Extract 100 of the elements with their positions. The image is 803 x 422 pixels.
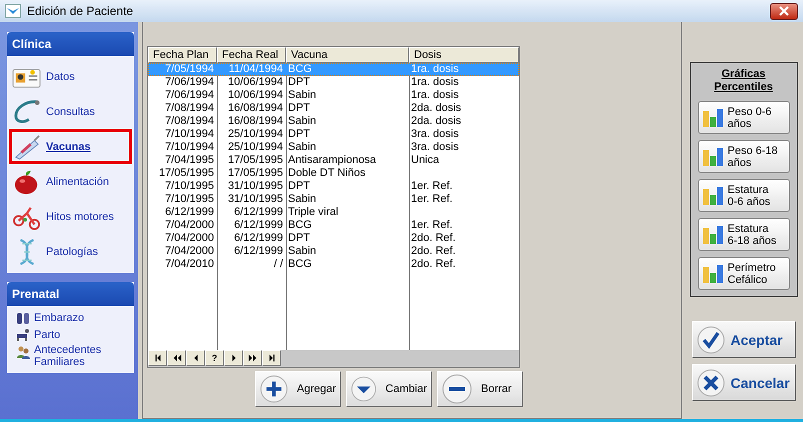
navigator-button[interactable] [262,350,281,366]
action-button[interactable]: Agregar [255,371,341,407]
table-row[interactable]: 7/08/1994 16/08/1994 DPT 2da. dosis [148,102,519,115]
table-cell-text: 1ra. dosis [410,89,460,102]
nav-item[interactable]: Patologías [9,234,132,269]
chart-button[interactable]: Peso 0-6 años [698,101,790,134]
table-row[interactable]: 7/10/1995 31/10/1995 DPT 1er. Ref. [148,180,519,193]
table-cell-text: 7/10/1994 [164,141,215,154]
nav-item[interactable]: Alimentación [9,164,132,199]
prior-page-icon [172,353,182,363]
bar-chart-icon [702,264,724,284]
table-row[interactable]: 7/06/1994 10/06/1994 DPT 1ra. dosis [148,76,519,89]
table-row[interactable]: 7/04/2000 6/12/1999 DPT 2do. Ref. [148,232,519,245]
table-cell-text: DPT [287,180,311,193]
bar-chart-icon [702,146,724,166]
chart-button[interactable]: Perímetro Cefálico [698,257,790,290]
chart-button[interactable]: Estatura 6-18 años [698,218,790,251]
table-row[interactable]: 7/10/1994 25/10/1994 Sabin 3ra. dosis [148,141,519,154]
dialog-button[interactable]: Aceptar [692,321,796,358]
nav-item[interactable]: Parto [9,326,132,343]
table-cell-text: Antisarampionosa [287,154,378,167]
table-cell-text: 6/12/1999 [233,206,284,219]
table-cell-text: Doble DT Niños [287,167,366,180]
table-cell-text: 1er. Ref. [410,219,454,232]
table-cell-text: 16/08/1994 [226,102,284,115]
check-icon [696,326,724,354]
nav-item[interactable]: Vacunas [9,129,132,164]
table-cell-text: 7/10/1995 [164,180,215,193]
chart-button[interactable]: Estatura 0-6 años [698,179,790,212]
column-header[interactable]: Dosis [409,47,519,63]
table-cell-text: 7/10/1995 [164,193,215,206]
table-cell-text: 7/04/1995 [164,154,215,167]
navigator-button[interactable] [243,350,262,366]
table-row[interactable]: 7/10/1994 25/10/1994 DPT 3ra. dosis [148,128,519,141]
table-row[interactable]: 7/08/1994 16/08/1994 Sabin 2da. dosis [148,115,519,128]
table-cell-text: Triple viral [287,206,340,219]
table-cell-text: 7/05/1994 [164,63,215,76]
chart-button[interactable]: Peso 6-18 años [698,140,790,173]
table-cell-text: 1er. Ref. [410,180,454,193]
table-cell-text: 10/06/1994 [226,76,284,89]
next-page-icon [248,353,258,363]
table-cell-text: 6/12/1999 [233,245,284,258]
navigator-button[interactable] [148,350,167,366]
table-cell-text: 11/04/1994 [228,63,284,76]
table-cell-text: Sabin [287,245,318,258]
nav-item[interactable]: Antecedentes Familiares [9,343,132,369]
table-cell-text: 2do. Ref. [410,258,457,271]
table-cell-text: BCG [287,258,313,271]
table-cell-text: 31/10/1995 [226,180,284,193]
table-row[interactable]: 7/04/2010 / / BCG 2do. Ref. [148,258,519,271]
table-cell-text: / / [272,258,284,271]
navigator-button[interactable] [186,350,205,366]
cross-icon [696,368,724,396]
table-cell-text: DPT [287,76,311,89]
table-cell-text: DPT [287,232,311,245]
first-icon [152,353,162,363]
table-row[interactable]: 7/06/1994 10/06/1994 Sabin 1ra. dosis [148,89,519,102]
column-header[interactable]: Fecha Plan [148,47,217,63]
column-header[interactable]: Vacuna [286,47,409,63]
table-cell-text: 17/05/1995 [226,154,284,167]
table-cell-text: Sabin [287,141,318,154]
nav-item[interactable]: Embarazo [9,309,132,326]
action-button[interactable]: Cambiar [346,371,432,407]
table-row[interactable]: 17/05/1995 17/05/1995 Doble DT Niños [148,167,519,180]
table-cell-text: 25/10/1994 [226,141,284,154]
table-row[interactable]: 7/04/2000 6/12/1999 BCG 1er. Ref. [148,219,519,232]
table-cell-text: Unica [410,154,440,167]
table-row[interactable]: 7/10/1995 31/10/1995 Sabin 1er. Ref. [148,193,519,206]
navigator-button[interactable] [224,350,243,366]
nav-item[interactable]: Datos [9,59,132,94]
column-header[interactable]: Fecha Real [217,47,286,63]
table-cell-text: 17/05/1995 [226,167,284,180]
nav-item[interactable]: Hitos motores [9,199,132,234]
navigator-button[interactable]: ? [205,350,224,366]
dialog-button[interactable]: Cancelar [692,364,796,401]
table-cell-text: 7/08/1994 [164,115,215,128]
table-cell-text: 3ra. dosis [410,141,460,154]
table-cell-text: 6/12/1999 [233,219,284,232]
table-cell-text: 2do. Ref. [410,232,457,245]
action-button[interactable]: Borrar [437,371,523,407]
table-cell-text: 7/06/1994 [164,89,215,102]
table-row[interactable]: 7/04/2000 6/12/1999 Sabin 2do. Ref. [148,245,519,258]
table-cell-text: DPT [287,102,311,115]
table-row[interactable]: 7/04/1995 17/05/1995 Antisarampionosa Unica [148,154,519,167]
minus-icon [442,374,472,404]
nav-item[interactable]: Consultas [9,94,132,129]
plus-icon [260,374,288,404]
syringe-icon [12,134,42,160]
close-button[interactable] [770,2,798,20]
table-row[interactable]: 6/12/1999 6/12/1999 Triple viral [148,206,519,219]
section-header: Prenatal [7,282,134,306]
table-cell-text: DPT [287,128,311,141]
table-cell-text: 2da. dosis [410,102,462,115]
family-icon [16,345,30,359]
table-cell-text: 17/05/1995 [158,167,215,180]
table-cell-text: 7/08/1994 [164,102,215,115]
navigator-button[interactable] [167,350,186,366]
last-icon [266,353,276,363]
table-cell-text: 6/12/1999 [164,206,215,219]
table-cell-text: Sabin [287,193,318,206]
